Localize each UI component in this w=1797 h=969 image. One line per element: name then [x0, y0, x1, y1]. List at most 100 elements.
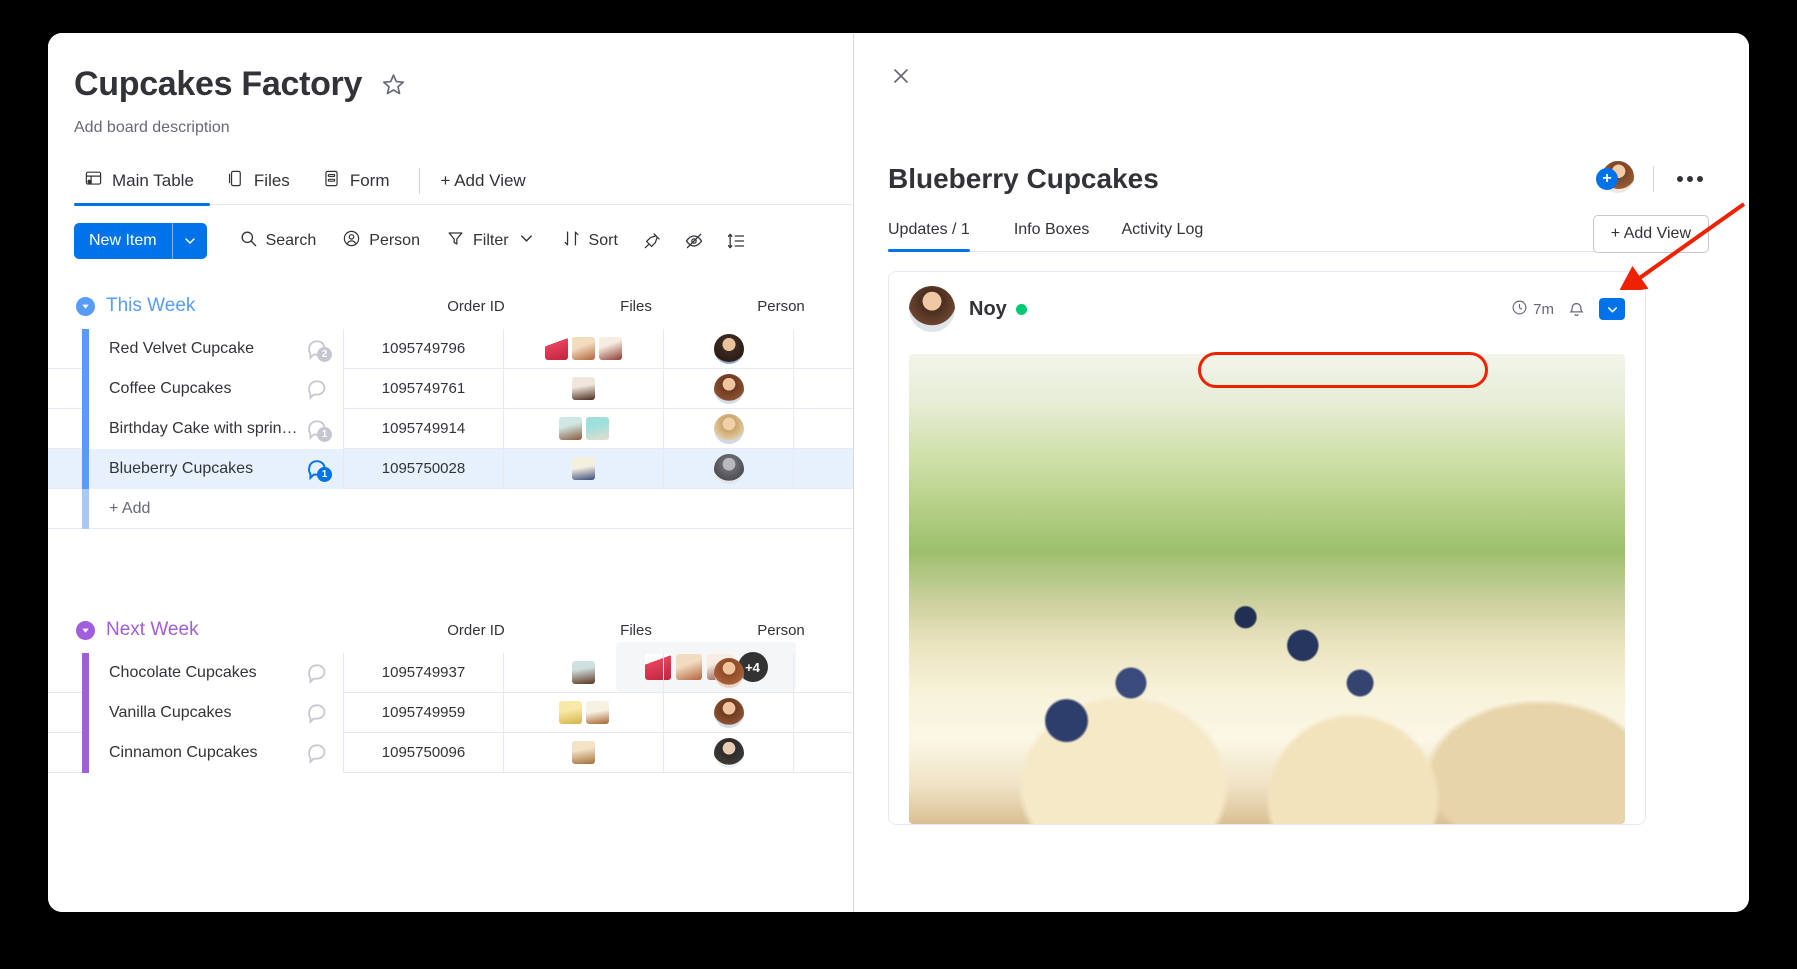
row-files[interactable] [504, 448, 664, 489]
table-row[interactable]: Vanilla Cupcakes 1095749959 [48, 692, 853, 733]
table-row[interactable]: Red Velvet Cupcake 2 1095749796 [48, 328, 853, 369]
tab-main-table[interactable]: Main Table [74, 157, 210, 206]
row-person[interactable] [664, 732, 794, 773]
new-item-button[interactable]: New Item [74, 223, 207, 259]
group-title[interactable]: This Week [106, 295, 396, 317]
comment-bubble-icon[interactable]: 2 [305, 336, 332, 362]
more-options-icon[interactable] [1671, 170, 1709, 188]
filter-button[interactable]: Filter [436, 224, 546, 258]
update-timestamp: 7m [1511, 299, 1554, 320]
group-title[interactable]: Next Week [106, 619, 396, 641]
filter-chevron-down-icon[interactable] [517, 229, 536, 253]
search-label: Search [265, 232, 317, 249]
row-order-id[interactable]: 1095749937 [344, 652, 504, 693]
comment-bubble-icon[interactable] [305, 660, 331, 686]
file-thumbnail [572, 337, 595, 360]
row-files[interactable] [504, 368, 664, 409]
header-divider [1653, 166, 1654, 192]
add-item-label[interactable]: + Add [89, 500, 150, 518]
row-person[interactable] [664, 328, 794, 369]
row-name: Coffee Cupcakes [109, 379, 232, 397]
file-thumbnail [558, 701, 582, 724]
online-status-icon [1015, 303, 1027, 315]
comment-bubble-icon[interactable] [305, 740, 331, 766]
row-order-id[interactable]: 1095749959 [344, 692, 504, 733]
table-row[interactable]: Cinnamon Cupcakes 1095750096 [48, 732, 853, 773]
row-name: Blueberry Cupcakes [109, 459, 254, 477]
column-header-order-id[interactable]: Order ID [396, 298, 556, 315]
tab-updates[interactable]: Updates / 1 [888, 221, 998, 252]
column-header-person[interactable]: Person [716, 298, 846, 315]
comment-bubble-icon[interactable]: 1 [305, 456, 332, 482]
row-person[interactable] [664, 652, 794, 693]
bell-icon[interactable] [1567, 300, 1586, 319]
row-order-id[interactable]: 1095749796 [344, 328, 504, 369]
row-name-cell[interactable]: Birthday Cake with sprinkl... 1 [89, 408, 344, 449]
tab-form[interactable]: Form [306, 157, 406, 205]
row-files[interactable] [504, 408, 664, 449]
row-files[interactable] [504, 732, 664, 773]
person-filter-button[interactable]: Person [332, 224, 430, 258]
add-person-icon[interactable]: + [1596, 159, 1636, 199]
screenshot-root: Cupcakes Factory Add board description M… [0, 0, 1797, 969]
row-person[interactable] [664, 408, 794, 449]
tab-form-label: Form [349, 170, 390, 190]
filter-label: Filter [472, 232, 509, 249]
tab-files[interactable]: Files [210, 157, 306, 205]
column-header-files[interactable]: Files [556, 298, 716, 315]
chevron-down-icon[interactable] [173, 223, 207, 259]
row-name-cell[interactable]: Vanilla Cupcakes [89, 692, 344, 733]
tab-info-boxes[interactable]: Info Boxes [998, 221, 1106, 251]
column-header-files[interactable]: Files [556, 622, 716, 639]
pin-icon[interactable] [634, 224, 670, 258]
table-row[interactable]: Coffee Cupcakes 1095749761 [48, 368, 853, 409]
comment-bubble-icon[interactable] [305, 376, 331, 402]
panel-add-view-label: + Add View [1610, 225, 1691, 242]
tab-info-boxes-label: Info Boxes [1013, 221, 1090, 238]
row-color-bar [82, 652, 89, 693]
tab-activity-log[interactable]: Activity Log [1105, 221, 1219, 251]
row-name-cell[interactable]: Coffee Cupcakes [89, 368, 344, 409]
tabs-divider [419, 167, 421, 194]
row-order-id[interactable]: 1095750028 [344, 448, 504, 489]
board-description[interactable]: Add board description [74, 119, 853, 137]
row-name-cell[interactable]: Cinnamon Cupcakes [89, 732, 344, 773]
row-order-id[interactable]: 1095749761 [344, 368, 504, 409]
row-person[interactable] [664, 692, 794, 733]
add-item-row[interactable]: + Add [48, 488, 853, 529]
close-icon[interactable] [888, 63, 914, 89]
comment-bubble-icon[interactable] [305, 700, 331, 726]
row-files[interactable] [504, 692, 664, 733]
row-name-cell[interactable]: Red Velvet Cupcake 2 [89, 328, 344, 369]
update-time-label: 7m [1533, 300, 1554, 318]
row-height-icon[interactable] [718, 224, 754, 258]
add-view-button[interactable]: + Add View [434, 171, 531, 191]
avatar[interactable] [909, 286, 955, 332]
column-header-order-id[interactable]: Order ID [396, 622, 556, 639]
table-row[interactable]: Blueberry Cupcakes 1 1095750028 [48, 448, 853, 489]
collapse-group-icon[interactable] [76, 296, 95, 316]
column-header-person[interactable]: Person [716, 622, 846, 639]
tab-main-table-label: Main Table [112, 170, 194, 190]
row-person[interactable] [664, 368, 794, 409]
row-files[interactable] [504, 652, 664, 693]
row-order-id[interactable]: 1095750096 [344, 732, 504, 773]
search-button[interactable]: Search [229, 224, 327, 258]
update-card: Noy 7m [888, 271, 1646, 825]
row-order-id[interactable]: 1095749914 [344, 408, 504, 449]
star-icon[interactable] [378, 69, 408, 99]
update-menu-chevron-down-icon[interactable] [1599, 298, 1625, 320]
file-thumbnail [572, 661, 595, 684]
table-row[interactable]: Chocolate Cupcakes 1095749937 [48, 652, 853, 693]
row-files[interactable] [504, 328, 664, 369]
collapse-group-icon[interactable] [76, 620, 95, 640]
table-row[interactable]: Birthday Cake with sprinkl... 1 10957499… [48, 408, 853, 449]
row-name-cell[interactable]: Blueberry Cupcakes 1 [89, 448, 344, 489]
row-name-cell[interactable]: Chocolate Cupcakes [89, 652, 344, 693]
comment-bubble-icon[interactable]: 1 [305, 416, 332, 442]
comment-count: 2 [317, 346, 332, 362]
eye-off-icon[interactable] [676, 224, 712, 258]
row-person[interactable] [664, 448, 794, 489]
sort-button[interactable]: Sort [552, 224, 628, 258]
panel-add-view-button[interactable]: + Add View [1592, 215, 1709, 253]
